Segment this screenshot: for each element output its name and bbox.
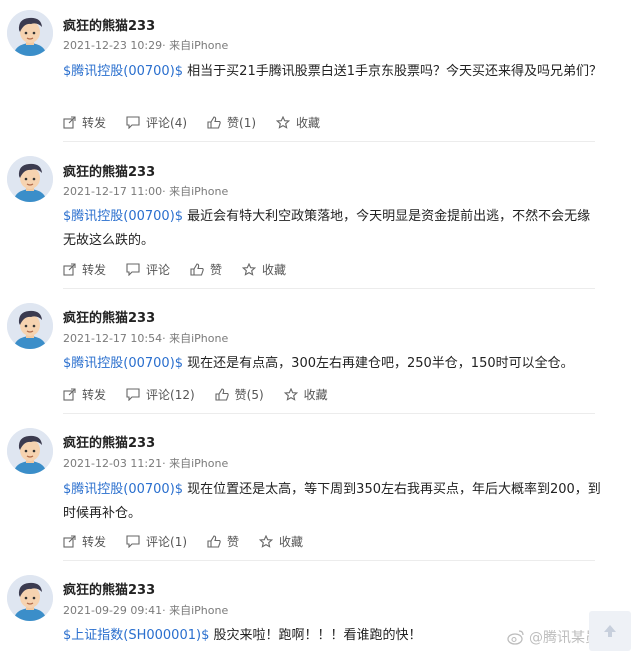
post-content: $腾讯控股(00700)$ 现在还是有点高，300左右再建仓吧，250半仓，15… xyxy=(63,352,603,376)
collect-label: 收藏 xyxy=(279,535,304,549)
avatar-icon xyxy=(7,303,53,349)
avatar-icon xyxy=(7,428,53,474)
post-actions: 转发 评论 赞 收藏 xyxy=(63,261,306,278)
post-content: $上证指数(SH000001)$ 股灾来啦！跑啊！！！看谁跑的快！ xyxy=(63,624,503,648)
comment-label: 评论(4) xyxy=(146,116,188,130)
comment-label: 评论 xyxy=(146,263,171,277)
post-text: 股灾来啦！跑啊！！！看谁跑的快！ xyxy=(209,628,422,643)
avatar[interactable] xyxy=(7,156,53,202)
repost-button[interactable]: 转发 xyxy=(63,533,106,550)
stock-tag-link[interactable]: $上证指数(SH000001)$ xyxy=(63,628,209,643)
star-icon xyxy=(259,535,274,548)
post-actions: 转发 评论(4) 赞(1) 收藏 xyxy=(63,114,340,131)
comment-button[interactable]: 评论(1) xyxy=(126,533,187,550)
post-meta: 2021-12-03 11:21· 来自iPhone xyxy=(63,457,229,470)
collect-button[interactable]: 收藏 xyxy=(259,533,303,550)
like-label: 赞 xyxy=(210,263,223,277)
divider xyxy=(63,288,595,289)
thumbs-up-icon xyxy=(207,116,221,129)
comment-label: 评论(12) xyxy=(146,388,195,402)
post-content: $腾讯控股(00700)$ 现在位置还是太高，等下周到350左右我再买点，年后大… xyxy=(63,478,603,526)
repost-button[interactable]: 转发 xyxy=(63,386,106,403)
thumbs-up-icon xyxy=(190,263,204,276)
post-actions: 转发 评论(12) 赞(5) 收藏 xyxy=(63,386,348,403)
collect-button[interactable]: 收藏 xyxy=(283,386,328,403)
like-label: 赞 xyxy=(227,535,240,549)
divider xyxy=(63,141,595,142)
like-label: 赞(5) xyxy=(234,388,264,402)
divider xyxy=(63,413,595,414)
post-meta: 2021-09-29 09:41· 来自iPhone xyxy=(63,604,229,617)
post-text: 现在还是有点高，300左右再建仓吧，250半仓，150时可以全仓。 xyxy=(183,356,574,371)
star-icon xyxy=(242,263,257,276)
collect-label: 收藏 xyxy=(296,116,321,130)
comment-icon xyxy=(126,535,140,548)
avatar[interactable] xyxy=(7,575,53,621)
arrow-up-icon xyxy=(604,625,616,637)
post-meta: 2021-12-17 10:54· 来自iPhone xyxy=(63,332,229,345)
comment-button[interactable]: 评论(12) xyxy=(126,386,195,403)
share-icon xyxy=(63,116,76,129)
stock-tag-link[interactable]: $腾讯控股(00700)$ xyxy=(63,356,183,371)
divider xyxy=(63,560,595,561)
share-icon xyxy=(63,388,76,401)
star-icon xyxy=(276,116,291,129)
stock-tag-link[interactable]: $腾讯控股(00700)$ xyxy=(63,64,183,79)
thumbs-up-icon xyxy=(207,535,221,548)
username[interactable]: 疯狂的熊猫233 xyxy=(63,579,155,598)
collect-label: 收藏 xyxy=(303,388,328,402)
like-button[interactable]: 赞(5) xyxy=(215,386,264,403)
comment-icon xyxy=(126,116,140,129)
username[interactable]: 疯狂的熊猫233 xyxy=(63,161,155,180)
avatar[interactable] xyxy=(7,10,53,56)
collect-button[interactable]: 收藏 xyxy=(276,114,320,131)
share-icon xyxy=(63,535,76,548)
repost-label: 转发 xyxy=(82,263,107,277)
comment-label: 评论(1) xyxy=(146,535,188,549)
comment-icon xyxy=(126,263,140,276)
repost-label: 转发 xyxy=(82,388,107,402)
thumbs-up-icon xyxy=(215,388,229,401)
repost-label: 转发 xyxy=(82,535,107,549)
repost-button[interactable]: 转发 xyxy=(63,114,106,131)
post-actions: 转发 评论(1) 赞 收藏 xyxy=(63,533,323,550)
avatar[interactable] xyxy=(7,303,53,349)
post-meta: 2021-12-23 10:29· 来自iPhone xyxy=(63,39,229,52)
username[interactable]: 疯狂的熊猫233 xyxy=(63,307,155,326)
comment-button[interactable]: 评论(4) xyxy=(126,114,187,131)
weibo-logo-icon xyxy=(507,630,524,645)
like-button[interactable]: 赞 xyxy=(190,261,222,278)
stock-tag-link[interactable]: $腾讯控股(00700)$ xyxy=(63,209,183,224)
collect-button[interactable]: 收藏 xyxy=(242,261,286,278)
comment-icon xyxy=(126,388,140,401)
stock-tag-link[interactable]: $腾讯控股(00700)$ xyxy=(63,482,183,497)
like-button[interactable]: 赞(1) xyxy=(207,114,256,131)
repost-button[interactable]: 转发 xyxy=(63,261,106,278)
username[interactable]: 疯狂的熊猫233 xyxy=(63,432,155,451)
comment-button[interactable]: 评论 xyxy=(126,261,170,278)
share-icon xyxy=(63,263,76,276)
username[interactable]: 疯狂的熊猫233 xyxy=(63,15,155,34)
collect-label: 收藏 xyxy=(262,263,287,277)
star-icon xyxy=(283,388,298,401)
post-content: $腾讯控股(00700)$ 最近会有特大利空政策落地，今天明显是资金提前出逃，不… xyxy=(63,205,603,253)
post-meta: 2021-12-17 11:00· 来自iPhone xyxy=(63,185,229,198)
avatar-icon xyxy=(7,10,53,56)
post-text: 相当于买21手腾讯股票白送1手京东股票吗？今天买还来得及吗兄弟们？ xyxy=(183,64,602,79)
avatar[interactable] xyxy=(7,428,53,474)
like-button[interactable]: 赞 xyxy=(207,533,239,550)
avatar-icon xyxy=(7,156,53,202)
like-label: 赞(1) xyxy=(227,116,257,130)
repost-label: 转发 xyxy=(82,116,107,130)
back-to-top-button[interactable] xyxy=(589,611,631,651)
avatar-icon xyxy=(7,575,53,621)
post-content: $腾讯控股(00700)$ 相当于买21手腾讯股票白送1手京东股票吗？今天买还来… xyxy=(63,60,603,84)
